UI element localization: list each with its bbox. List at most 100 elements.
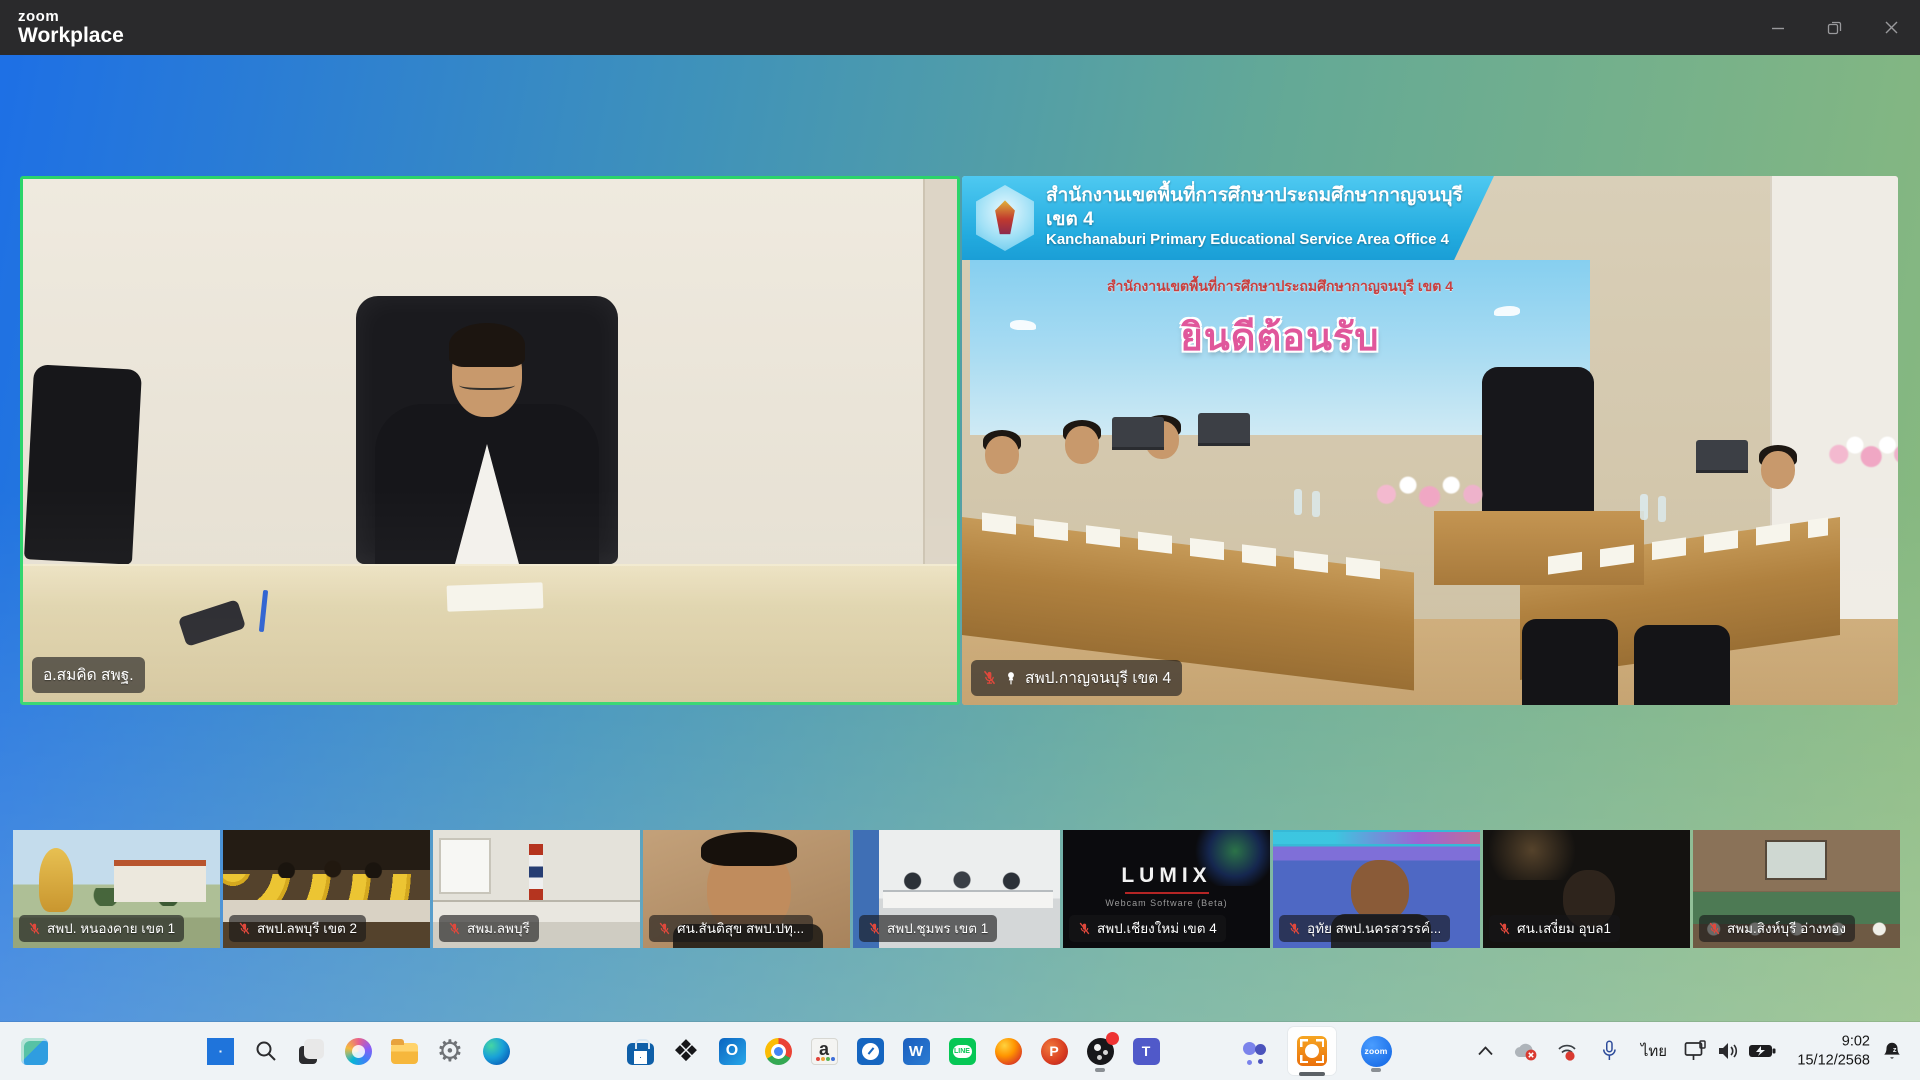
participant-name-badge: ศน.สันติสุข สพป.ปทุ... [649,915,813,942]
people-app-button[interactable] [1234,1031,1274,1071]
firefox-button[interactable] [988,1031,1028,1071]
video-tile-small[interactable]: อุทัย สพป.นครสวรรค์... [1273,830,1480,948]
participant-name-badge: สพป.เชียงใหม่ เขต 4 [1069,915,1226,942]
participant-name: สพป. หนองคาย เขต 1 [47,917,175,939]
word-button[interactable]: W [896,1031,936,1071]
muted-mic-icon [448,922,461,935]
video-tile-small[interactable]: สพป. หนองคาย เขต 1 [13,830,220,948]
participant-name: สพป.ลพบุรี เขต 2 [257,917,357,939]
brand-workplace-text: Workplace [18,25,124,46]
screen-recorder-icon [1297,1036,1327,1066]
video-tile-small[interactable]: สพม.สิงห์บุรี อ่างทอง [1693,830,1900,948]
running-indicator [1095,1068,1105,1072]
video-tile-small[interactable]: สพป.ชุมพร เขต 1 [853,830,1060,948]
line-app-icon: LINE [949,1038,976,1065]
volume-tray-button[interactable] [1712,1041,1744,1061]
dropbox-icon: ❖ [673,1038,700,1065]
close-icon [1885,21,1898,34]
participant-name-badge: สพป.ชุมพร เขต 1 [859,915,997,942]
video-tile-small[interactable]: ศน.สันติสุข สพป.ปทุ... [643,830,850,948]
cast-tray-button[interactable] [1550,1040,1584,1062]
participant-name: สพป.เชียงใหม่ เขต 4 [1097,917,1217,939]
file-explorer-button[interactable] [384,1031,424,1071]
start-button[interactable] [200,1031,240,1071]
onedrive-tray-button[interactable] [1508,1041,1542,1061]
svg-text:z: z [1893,1045,1897,1054]
teams-icon: T [1133,1038,1160,1065]
lumix-logo-text: LUMIX [1063,864,1270,888]
video-tile-main-speaker[interactable]: อ.สมคิด สพฐ. [20,176,960,705]
task-view-icon [304,1039,324,1059]
participant-name-badge: อุทัย สพป.นครสวรรค์... [1279,915,1450,942]
language-indicator[interactable]: ไทย [1634,1039,1674,1063]
participant-filmstrip: สพป. หนองคาย เขต 1 สพป.ลพบุรี เขต 2 สพม.… [13,830,1907,948]
video-tile-small[interactable]: ศน.เสงี่ยม อุบล1 [1483,830,1690,948]
running-indicator [1371,1068,1381,1072]
obs-button[interactable] [1080,1031,1120,1071]
video-scene-meeting-room: สำนักงานเขตพื้นที่การศึกษาประถมศึกษากาญจ… [962,176,1898,705]
edge-button[interactable] [476,1031,516,1071]
banner-english-text: Kanchanaburi Primary Educational Service… [1046,231,1494,250]
participant-name-badge: ศน.เสงี่ยม อุบล1 [1489,915,1620,942]
powerpoint-button[interactable]: P [1034,1031,1074,1071]
screen-recorder-button[interactable] [1288,1027,1336,1075]
video-tile-small[interactable]: สพป.ลพบุรี เขต 2 [223,830,430,948]
participant-name: สพม.สิงห์บุรี อ่างทอง [1727,917,1846,939]
microphone-icon [1600,1039,1618,1063]
people-app-icon [1241,1038,1268,1065]
participant-name-badge: สพม.สิงห์บุรี อ่างทอง [1699,915,1855,942]
minimize-button[interactable] [1749,0,1806,55]
chrome-button[interactable] [758,1031,798,1071]
participant-name: สพป.กาญจนบุรี เขต 4 [1025,665,1171,690]
microsoft-store-button[interactable] [620,1031,660,1071]
cloud-error-icon [1512,1041,1538,1061]
widgets-button[interactable] [14,1031,54,1071]
participant-name: อ.สมคิด สพฐ. [43,662,134,687]
line-app-button[interactable]: LINE [942,1031,982,1071]
clock-tray[interactable]: 9:02 15/12/2568 [1797,1032,1870,1069]
microsoft-store-icon [627,1043,654,1065]
teams-button[interactable]: T [1126,1031,1166,1071]
muted-mic-icon [1498,922,1511,935]
powerpoint-icon: P [1041,1038,1068,1065]
task-view-button[interactable] [292,1031,332,1071]
zoom-app-button[interactable]: zoom [1356,1031,1396,1071]
settings-button[interactable]: ⚙ [430,1031,470,1071]
video-tile-small-lumix[interactable]: LUMIX Webcam Software (Beta) สพป.เชียงให… [1063,830,1270,948]
chrome-icon [765,1038,792,1065]
muted-mic-icon [1078,922,1091,935]
tray-date: 15/12/2568 [1797,1051,1870,1070]
speedometer-app-icon [857,1038,884,1065]
speedometer-app-button[interactable] [850,1031,890,1071]
muted-mic-icon [28,922,41,935]
video-tile-kanchanaburi-area4[interactable]: สำนักงานเขตพื้นที่การศึกษาประถมศึกษากาญจ… [962,176,1898,705]
outlook-button[interactable]: O [712,1031,752,1071]
restore-button[interactable] [1806,0,1863,55]
notifications-tray-button[interactable]: z [1876,1040,1908,1062]
amazon-button[interactable]: a [804,1031,844,1071]
obs-icon [1087,1038,1114,1065]
search-button[interactable] [246,1031,286,1071]
restore-icon [1827,20,1842,35]
firefox-icon [995,1038,1022,1065]
video-tile-small[interactable]: สพม.ลพบุรี [433,830,640,948]
battery-tray-button[interactable] [1744,1043,1780,1059]
windows-taskbar: ⚙ ❖ O a W LINE P T zoom [0,1022,1920,1080]
display-tray-button[interactable] [1680,1040,1712,1062]
settings-gear-icon: ⚙ [437,1038,464,1065]
do-not-disturb-bell-icon: z [1881,1040,1903,1062]
close-button[interactable] [1863,0,1920,55]
video-scene-office [23,179,957,702]
search-icon [254,1039,278,1063]
tray-chevron-button[interactable] [1470,1047,1500,1056]
file-explorer-icon [391,1043,418,1064]
word-icon: W [903,1038,930,1065]
participant-name-badge: อ.สมคิด สพฐ. [32,657,145,693]
lumix-subtitle-text: Webcam Software (Beta) [1063,898,1270,908]
microphone-tray-button[interactable] [1592,1039,1626,1063]
dropbox-button[interactable]: ❖ [666,1031,706,1071]
muted-mic-icon [238,922,251,935]
copilot-button[interactable] [338,1031,378,1071]
muted-mic-icon [982,670,997,685]
amazon-icon: a [811,1038,838,1065]
